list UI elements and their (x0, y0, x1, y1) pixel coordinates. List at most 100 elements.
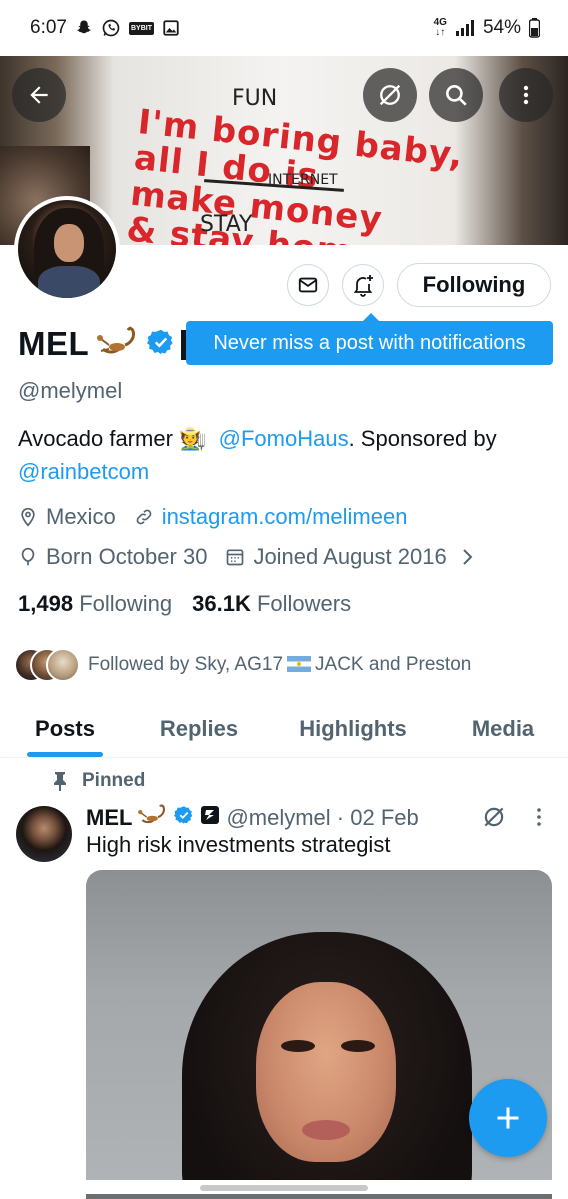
calendar-icon (227, 549, 244, 566)
bio-text-middle: . Sponsored by (348, 426, 497, 451)
birthday-item: Born October 30 (18, 544, 207, 570)
avatar-face (54, 224, 84, 262)
tab-media[interactable]: Media (438, 700, 568, 757)
following-button[interactable]: Following (397, 263, 551, 307)
bell-plus-icon (353, 275, 373, 297)
tab-active-indicator (27, 752, 103, 757)
tab-label: Highlights (299, 715, 407, 741)
signal-icon (455, 19, 475, 37)
arrow-left-icon (30, 86, 48, 104)
more-vertical-icon (523, 85, 529, 105)
followed-by-text: Followed by Sky, AG17 JACK and Preston (88, 654, 471, 676)
post-header: MEL @melymel · 02 Feb (86, 803, 419, 833)
follow-stats: 1,498 Following 36.1K Followers (18, 591, 351, 617)
bio-mention-fomohaus[interactable]: @FomoHaus (219, 426, 349, 451)
verified-badge-icon (147, 328, 175, 361)
scorpion-icon (138, 803, 168, 833)
status-time: 6:07 (30, 17, 67, 38)
snapchat-icon (75, 19, 93, 37)
message-button[interactable] (287, 264, 329, 306)
whatsapp-icon (101, 18, 121, 38)
bio-text-prefix: Avocado farmer 🧑‍🌾 (18, 426, 207, 451)
more-vertical-icon (537, 808, 541, 826)
balloon-icon (21, 547, 35, 566)
following-count: 1,498 (18, 591, 74, 616)
location-item: Mexico (18, 504, 116, 530)
post-image-eye (281, 1040, 315, 1052)
pinned-indicator: Pinned (52, 770, 145, 792)
banner-scribble-fun: FUN (232, 86, 278, 111)
network-type-icon: 4G ↓↑ (433, 17, 447, 38)
bio-mention-rainbetcom[interactable]: @rainbetcom (18, 459, 149, 484)
followers-stat-label: Followers (256, 591, 352, 616)
next-post-preview (86, 1194, 552, 1199)
tab-label: Replies (159, 715, 239, 741)
status-bar: 6:07 BYBIT 4G ↓↑ 54% (0, 0, 568, 56)
gallery-icon (162, 19, 180, 37)
profile-meta-row-1: Mexico instagram.com/melimeen (18, 504, 425, 530)
followed-by-avatars (14, 648, 80, 682)
website-link[interactable]: instagram.com/melimeen (162, 504, 408, 530)
notifications-button[interactable] (342, 264, 384, 306)
tab-replies[interactable]: Replies (130, 700, 268, 757)
profile-bio: Avocado farmer 🧑‍🌾 @FomoHaus. Sponsored … (18, 422, 558, 488)
post-image-eye (341, 1040, 375, 1052)
avatar-body (38, 266, 100, 298)
bybit-icon: BYBIT (128, 21, 154, 35)
post-grok-button[interactable] (481, 804, 507, 835)
tab-highlights[interactable]: Highlights (268, 700, 438, 757)
tab-label: Posts (35, 715, 95, 741)
followed-by[interactable]: Followed by Sky, AG17 JACK and Preston (14, 648, 471, 682)
post-handle-date: @melymel · 02 Feb (226, 805, 419, 830)
profile-avatar[interactable] (14, 196, 120, 302)
name-row: MEL (18, 322, 175, 366)
scorpion-icon (97, 325, 139, 364)
pin-icon (54, 772, 66, 791)
location-text: Mexico (46, 504, 116, 529)
birthday-text: Born October 30 (46, 544, 208, 569)
chevron-right-icon (463, 549, 473, 565)
plus-icon (497, 1107, 519, 1129)
post-image-lips (302, 1120, 350, 1140)
grok-icon (379, 84, 401, 106)
affiliate-badge-icon (200, 805, 220, 831)
search-icon (446, 85, 467, 106)
post-text: High risk investments strategist (86, 832, 391, 857)
followed-by-prefix: Followed by Sky, AG17 (88, 654, 284, 675)
following-stat-label: Following (79, 591, 173, 616)
profile-meta-row-2: Born October 30 Joined August 2016 (18, 544, 493, 570)
followers-count: 36.1K (192, 591, 251, 616)
post-more-button[interactable] (531, 806, 547, 833)
pinned-label: Pinned (82, 770, 146, 791)
post-author-avatar[interactable] (16, 806, 72, 862)
grok-icon (484, 807, 504, 827)
banner-scribble-stay: STAY (200, 212, 253, 237)
profile-tabs: Posts Replies Highlights Media (0, 700, 568, 758)
more-button[interactable] (499, 68, 553, 122)
home-indicator[interactable] (200, 1185, 368, 1191)
translate-button[interactable] (363, 68, 417, 122)
battery-percent: 54% (482, 17, 521, 38)
tab-posts[interactable]: Posts (0, 700, 130, 757)
link-icon (136, 509, 152, 525)
followed-by-suffix: JACK and Preston (315, 654, 472, 675)
profile-handle: @melymel (18, 378, 123, 403)
following-stat[interactable]: 1,498 Following (18, 591, 172, 617)
envelope-icon (298, 277, 318, 293)
website-item[interactable]: instagram.com/melimeen (134, 504, 408, 530)
verified-badge-icon (174, 805, 194, 831)
compose-post-button[interactable] (469, 1079, 547, 1157)
joined-text: Joined August 2016 (253, 544, 447, 569)
battery-icon (529, 18, 540, 38)
argentina-flag-icon (287, 656, 312, 672)
location-pin-icon (21, 507, 35, 527)
joined-item[interactable]: Joined August 2016 (225, 544, 474, 570)
back-button[interactable] (12, 68, 66, 122)
display-name: MEL (18, 325, 90, 362)
tab-label: Media (471, 715, 535, 741)
followers-stat[interactable]: 36.1K Followers (192, 591, 351, 617)
post-author-name[interactable]: MEL (86, 805, 132, 831)
search-button[interactable] (429, 68, 483, 122)
follower-avatar (46, 648, 80, 682)
notifications-tooltip[interactable]: Never miss a post with notifications (186, 321, 553, 365)
